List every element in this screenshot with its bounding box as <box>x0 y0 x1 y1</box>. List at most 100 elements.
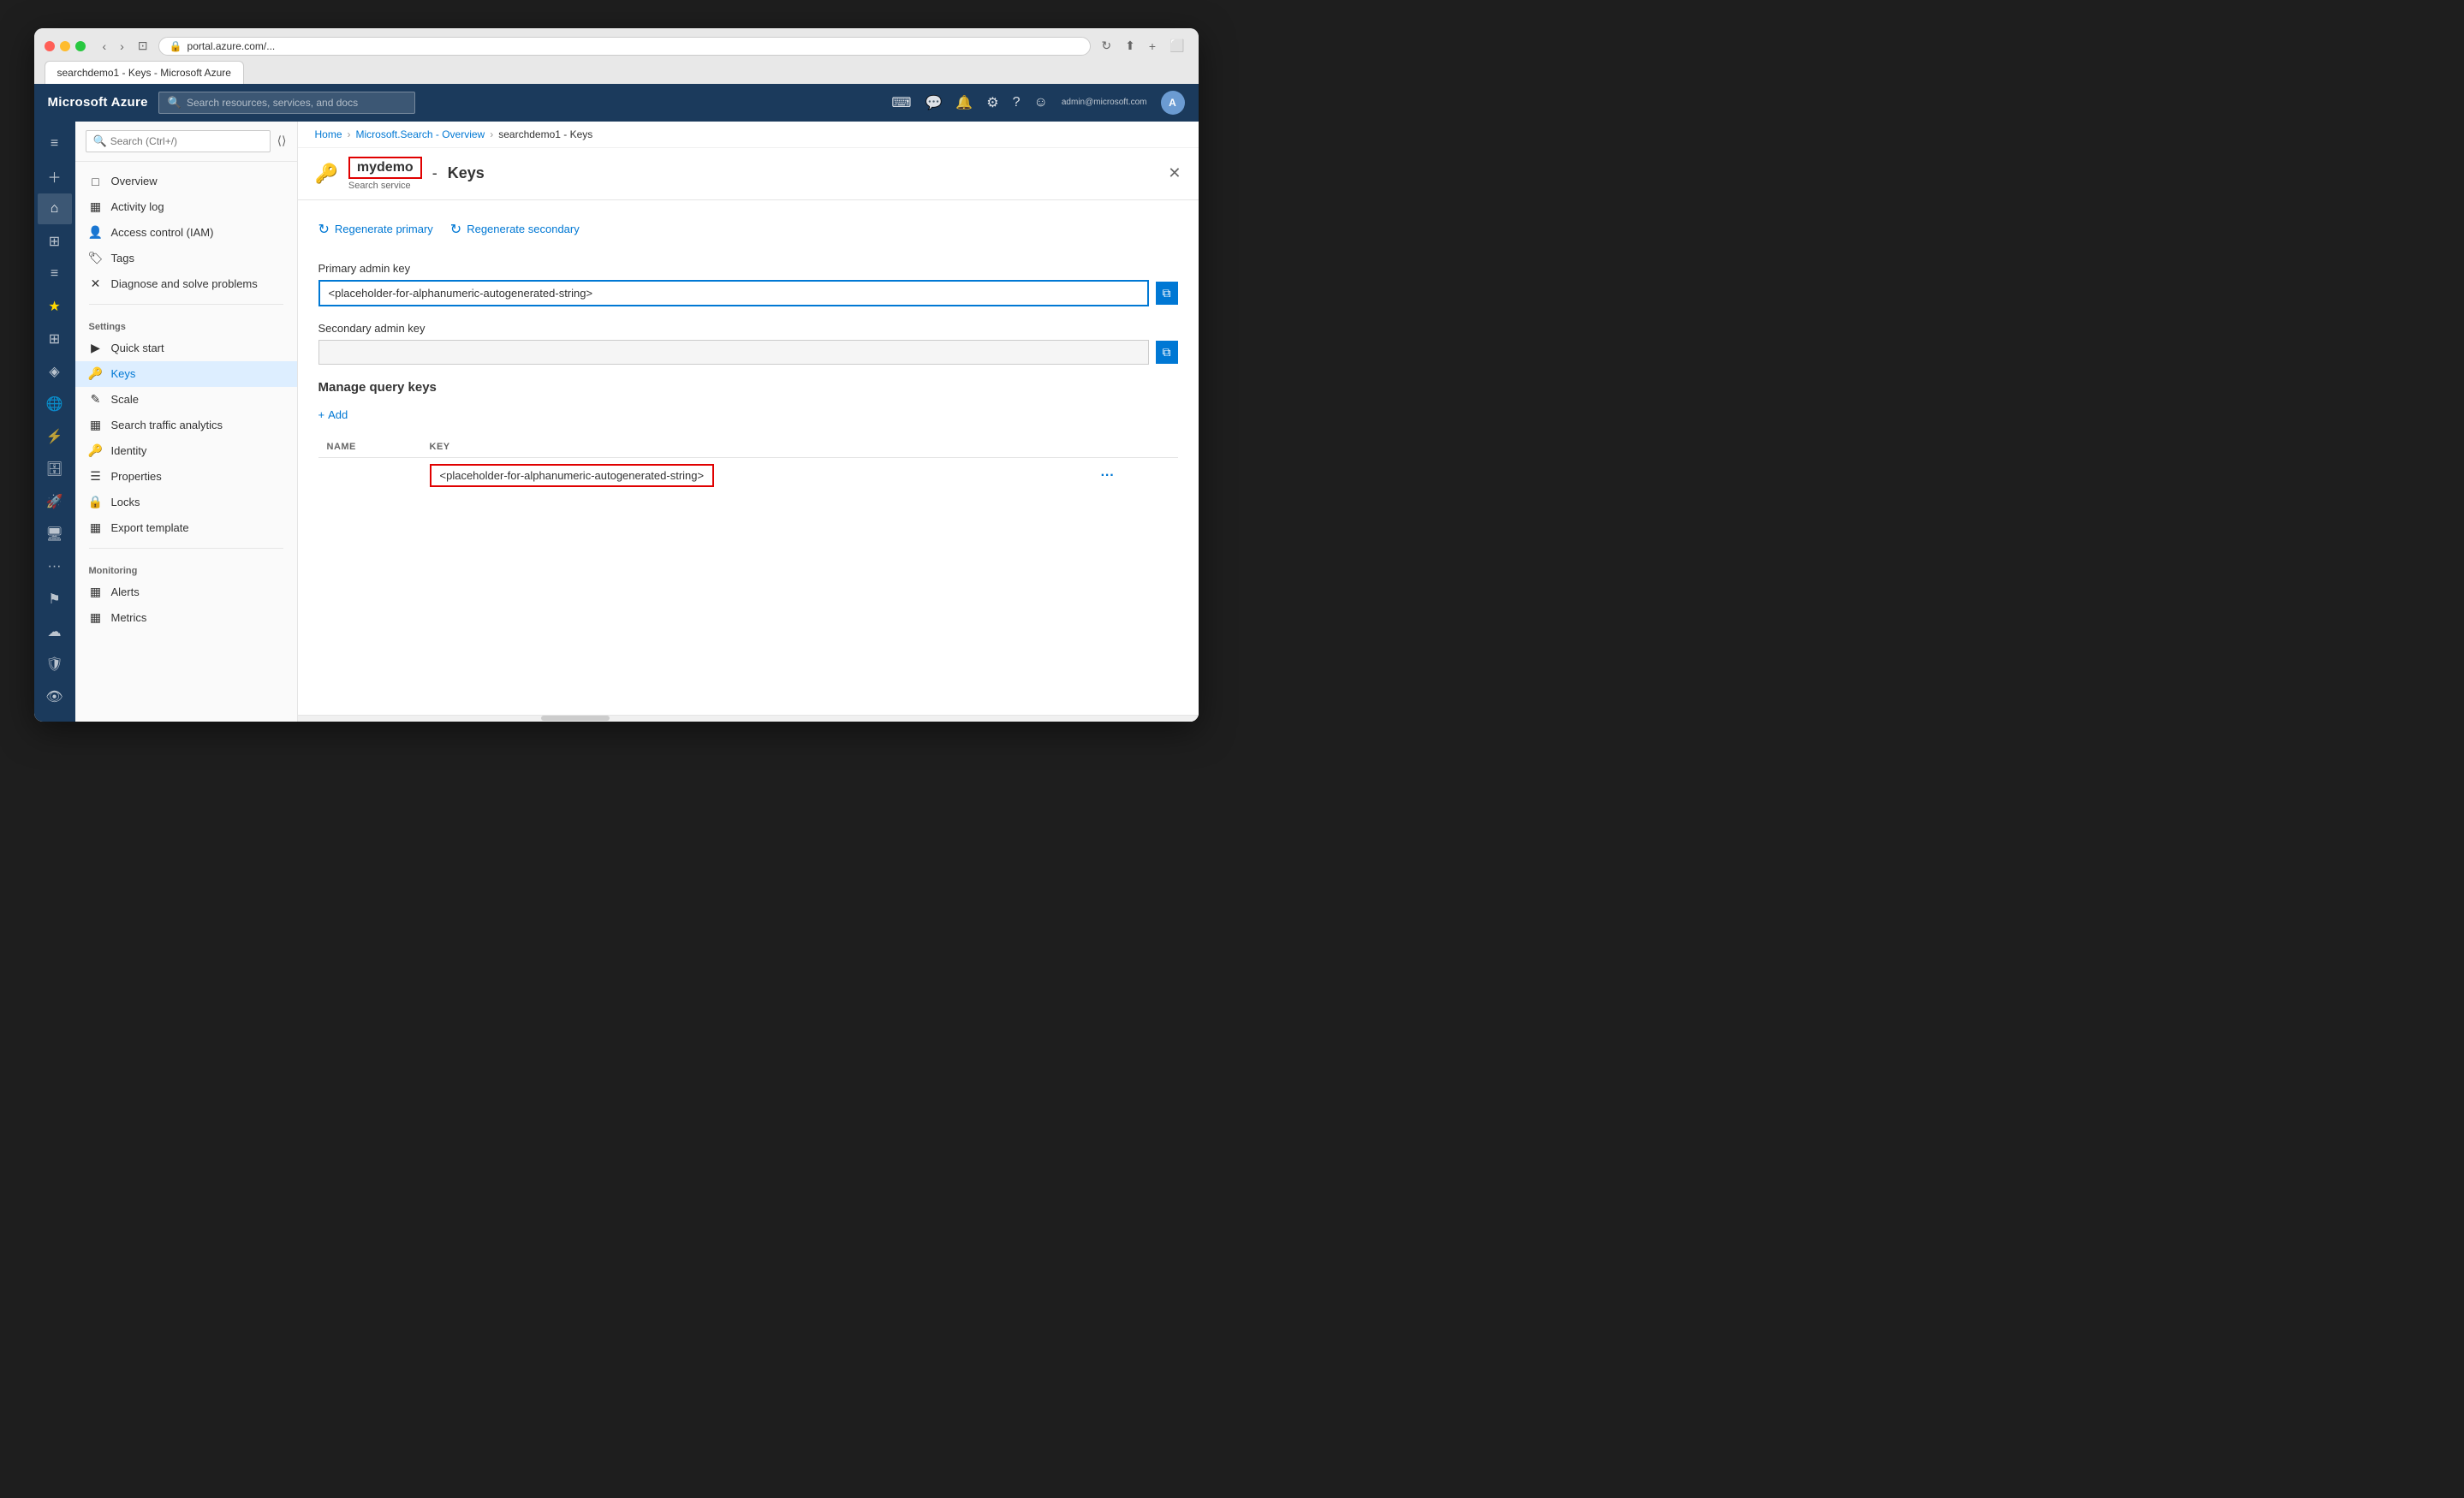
settings-icon[interactable]: ⚙ <box>986 94 998 111</box>
rail-list[interactable]: ≡ <box>38 259 72 289</box>
rail-cube[interactable]: ◈ <box>38 356 72 387</box>
rail-rocket[interactable]: 🚀 <box>38 486 72 517</box>
sidebar-item-quick-start[interactable]: ▶ Quick start <box>75 336 297 361</box>
primary-key-input[interactable] <box>318 280 1149 306</box>
add-query-key-button[interactable]: + Add <box>318 405 348 425</box>
rail-plus[interactable]: ＋ <box>38 161 72 192</box>
feedback-icon[interactable]: 💬 <box>925 94 942 111</box>
sidebar-item-locks[interactable]: 🔒 Locks <box>75 490 297 515</box>
rail-favorites[interactable]: ★ <box>38 291 72 322</box>
sidebar-nav: □ Overview ▦ Activity log 👤 Access contr… <box>75 162 297 722</box>
global-search[interactable]: 🔍 <box>158 92 415 114</box>
global-search-input[interactable] <box>187 97 406 109</box>
forward-button[interactable]: › <box>116 38 128 55</box>
avatar[interactable]: A <box>1161 91 1185 115</box>
more-options-button[interactable]: ··· <box>1096 467 1120 485</box>
sidebar-item-keys[interactable]: 🔑 Keys <box>75 361 297 387</box>
service-subtitle: Search service <box>348 181 422 191</box>
new-tab-button[interactable]: + <box>1146 38 1159 55</box>
scrollbar-thumb[interactable] <box>541 716 610 721</box>
sidebar-item-search-traffic[interactable]: ▦ Search traffic analytics <box>75 413 297 438</box>
close-traffic-light[interactable] <box>45 41 55 51</box>
sidebar-item-activity-log[interactable]: ▦ Activity log <box>75 194 297 220</box>
main-layout: ≡ ＋ ⌂ ⊞ ≡ ★ ⊞ ◈ 🌐 ⚡ 🗄 🚀 🖥 ··· ⚑ ☁ 🛡 👁 <box>34 122 1199 722</box>
copy-primary-key-button[interactable]: ⧉ <box>1156 282 1178 305</box>
sidebar-divider-1 <box>89 304 283 305</box>
sidebar-search-icon: 🔍 <box>93 134 107 148</box>
rail-dots[interactable]: ··· <box>38 551 72 582</box>
settings-section-label: Settings <box>75 312 297 336</box>
sidebar-item-label-identity: Identity <box>111 444 147 457</box>
terminal-icon[interactable]: ⌨ <box>891 94 911 111</box>
rail-globe[interactable]: 🌐 <box>38 389 72 419</box>
diagnose-icon: ✕ <box>89 277 103 291</box>
breadcrumb-service[interactable]: Microsoft.Search - Overview <box>356 128 485 140</box>
rail-grid[interactable]: ⊞ <box>38 324 72 354</box>
url-text: portal.azure.com/... <box>187 40 276 52</box>
rail-monitor[interactable]: 🖥 <box>38 519 72 550</box>
page-title-dash: - <box>432 164 437 182</box>
sidebar-item-scale[interactable]: ✎ Scale <box>75 387 297 413</box>
collapse-button[interactable]: ⟨⟩ <box>277 134 287 148</box>
sidebar-item-access-control[interactable]: 👤 Access control (IAM) <box>75 220 297 246</box>
col-key-header: KEY <box>421 437 1087 458</box>
sidebar-item-diagnose[interactable]: ✕ Diagnose and solve problems <box>75 271 297 297</box>
regen-secondary-icon: ↻ <box>450 221 461 238</box>
minimize-traffic-light[interactable] <box>60 41 70 51</box>
address-bar[interactable]: 🔒 portal.azure.com/... <box>158 37 1092 56</box>
service-name-box: mydemo <box>348 157 422 179</box>
regenerate-primary-button[interactable]: ↻ Regenerate primary <box>318 217 433 241</box>
rail-database[interactable]: 🗄 <box>38 454 72 484</box>
rail-eye[interactable]: 👁 <box>38 681 72 712</box>
share-button[interactable]: ⬆ <box>1122 37 1139 55</box>
sidebar-item-overview[interactable]: □ Overview <box>75 169 297 194</box>
maximize-traffic-light[interactable] <box>75 41 86 51</box>
export-template-icon: ▦ <box>89 521 103 535</box>
regenerate-secondary-label: Regenerate secondary <box>467 223 580 235</box>
horizontal-scrollbar[interactable] <box>298 715 1199 722</box>
sidebar-item-label-alerts: Alerts <box>111 586 140 598</box>
add-icon: + <box>318 408 325 421</box>
sidebar-item-tags[interactable]: 🏷 Tags <box>75 246 297 271</box>
rail-shield[interactable]: 🛡 <box>38 649 72 680</box>
copy-secondary-key-button[interactable]: ⧉ <box>1156 341 1178 364</box>
sidebar-item-export-template[interactable]: ▦ Export template <box>75 515 297 541</box>
extensions-button[interactable]: ⬜ <box>1166 37 1187 55</box>
close-button[interactable]: ✕ <box>1168 164 1181 182</box>
sidebar-item-properties[interactable]: ☰ Properties <box>75 464 297 490</box>
top-nav: Microsoft Azure 🔍 ⌨ 💬 🔔 ⚙ ? ☺ admin@micr… <box>34 84 1199 122</box>
active-tab[interactable]: searchdemo1 - Keys - Microsoft Azure <box>45 61 244 84</box>
notifications-icon[interactable]: 🔔 <box>955 94 973 111</box>
regenerate-secondary-button[interactable]: ↻ Regenerate secondary <box>450 217 580 241</box>
sidebar-item-label-metrics: Metrics <box>111 611 147 624</box>
rail-dashboard[interactable]: ⊞ <box>38 226 72 257</box>
breadcrumb-home[interactable]: Home <box>315 128 342 140</box>
sidebar-item-metrics[interactable]: ▦ Metrics <box>75 605 297 631</box>
rail-flag[interactable]: ⚑ <box>38 584 72 615</box>
sidebar-item-label-diagnose: Diagnose and solve problems <box>111 277 258 290</box>
rail-lightning[interactable]: ⚡ <box>38 421 72 452</box>
sidebar-item-label-properties: Properties <box>111 470 162 483</box>
back-button[interactable]: ‹ <box>99 38 110 55</box>
app-container: Microsoft Azure 🔍 ⌨ 💬 🔔 ⚙ ? ☺ admin@micr… <box>34 84 1199 722</box>
help-icon[interactable]: ? <box>1013 95 1021 110</box>
quick-start-icon: ▶ <box>89 342 103 355</box>
rail-cloud[interactable]: ☁ <box>38 616 72 647</box>
rail-home[interactable]: ⌂ <box>38 193 72 224</box>
search-traffic-icon: ▦ <box>89 419 103 432</box>
top-nav-icons: ⌨ 💬 🔔 ⚙ ? ☺ admin@microsoft.com A <box>891 91 1184 115</box>
breadcrumb: Home › Microsoft.Search - Overview › sea… <box>298 122 1199 148</box>
sidebar-item-alerts[interactable]: ▦ Alerts <box>75 580 297 605</box>
secondary-key-input[interactable] <box>318 340 1149 365</box>
reload-button[interactable]: ↻ <box>1098 37 1115 55</box>
smiley-icon[interactable]: ☺ <box>1034 95 1048 110</box>
sidebar-search-input[interactable] <box>110 135 263 147</box>
regenerate-primary-label: Regenerate primary <box>335 223 433 235</box>
sidebar-item-identity[interactable]: 🔑 Identity <box>75 438 297 464</box>
sidebar-toggle-button[interactable]: ⊡ <box>134 37 152 55</box>
breadcrumb-sep-2: › <box>490 128 493 140</box>
overview-icon: □ <box>89 175 103 188</box>
sidebar-divider-2 <box>89 548 283 549</box>
rail-hamburger[interactable]: ≡ <box>38 128 72 159</box>
sidebar-search-box[interactable]: 🔍 <box>86 130 271 152</box>
